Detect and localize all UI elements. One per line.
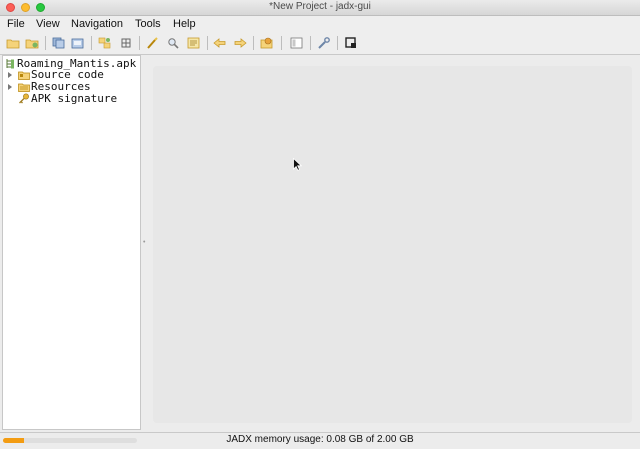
menu-bar: File View Navigation Tools Help	[0, 16, 640, 32]
preferences-icon[interactable]	[316, 35, 332, 51]
menu-file[interactable]: File	[7, 16, 25, 32]
toolbar-separator	[45, 36, 46, 50]
toolbar	[0, 32, 640, 55]
window-title: *New Project - jadx-gui	[269, 1, 371, 12]
log-viewer-icon[interactable]	[289, 35, 305, 51]
class-search-icon[interactable]	[165, 35, 181, 51]
toolbar-separator	[91, 36, 92, 50]
open-file-icon[interactable]	[5, 35, 21, 51]
editor-area[interactable]	[153, 66, 632, 423]
divider-grip-icon: •	[143, 239, 146, 246]
toolbar-separator	[253, 36, 254, 50]
apk-root-icon	[5, 58, 16, 69]
memory-usage-text: JADX memory usage: 0.08 GB of 2.00 GB	[226, 434, 414, 445]
usage-search-icon[interactable]	[186, 35, 202, 51]
toolbar-separator	[207, 36, 208, 50]
package-folder-icon	[18, 69, 30, 80]
toolbar-separator	[281, 36, 282, 50]
tree-item-apk-signature[interactable]: APK signature	[31, 93, 117, 105]
toolbar-separator	[337, 36, 338, 50]
deobfuscation-icon[interactable]	[259, 35, 275, 51]
sync-icon[interactable]	[97, 35, 113, 51]
status-bar: JADX memory usage: 0.08 GB of 2.00 GB	[0, 432, 640, 449]
resources-folder-icon	[18, 81, 30, 92]
menu-navigation[interactable]: Navigation	[71, 16, 123, 32]
menu-help[interactable]: Help	[173, 16, 196, 32]
project-tree: Roaming_Mantis.apk Source code Resources…	[2, 55, 141, 430]
menu-view[interactable]: View	[36, 16, 60, 32]
key-icon	[18, 93, 29, 104]
flatten-packages-icon[interactable]	[118, 35, 134, 51]
menu-tools[interactable]: Tools	[135, 16, 161, 32]
text-search-icon[interactable]	[145, 35, 161, 51]
window-titlebar: *New Project - jadx-gui	[0, 0, 640, 16]
expand-arrow-icon[interactable]	[8, 84, 12, 90]
save-all-icon[interactable]	[51, 35, 67, 51]
toolbar-separator	[310, 36, 311, 50]
export-icon[interactable]	[70, 35, 86, 51]
back-icon[interactable]	[212, 35, 228, 51]
quark-icon[interactable]	[343, 35, 359, 51]
expand-arrow-icon[interactable]	[8, 72, 12, 78]
forward-icon[interactable]	[232, 35, 248, 51]
toolbar-separator	[139, 36, 140, 50]
add-files-icon[interactable]	[24, 35, 40, 51]
